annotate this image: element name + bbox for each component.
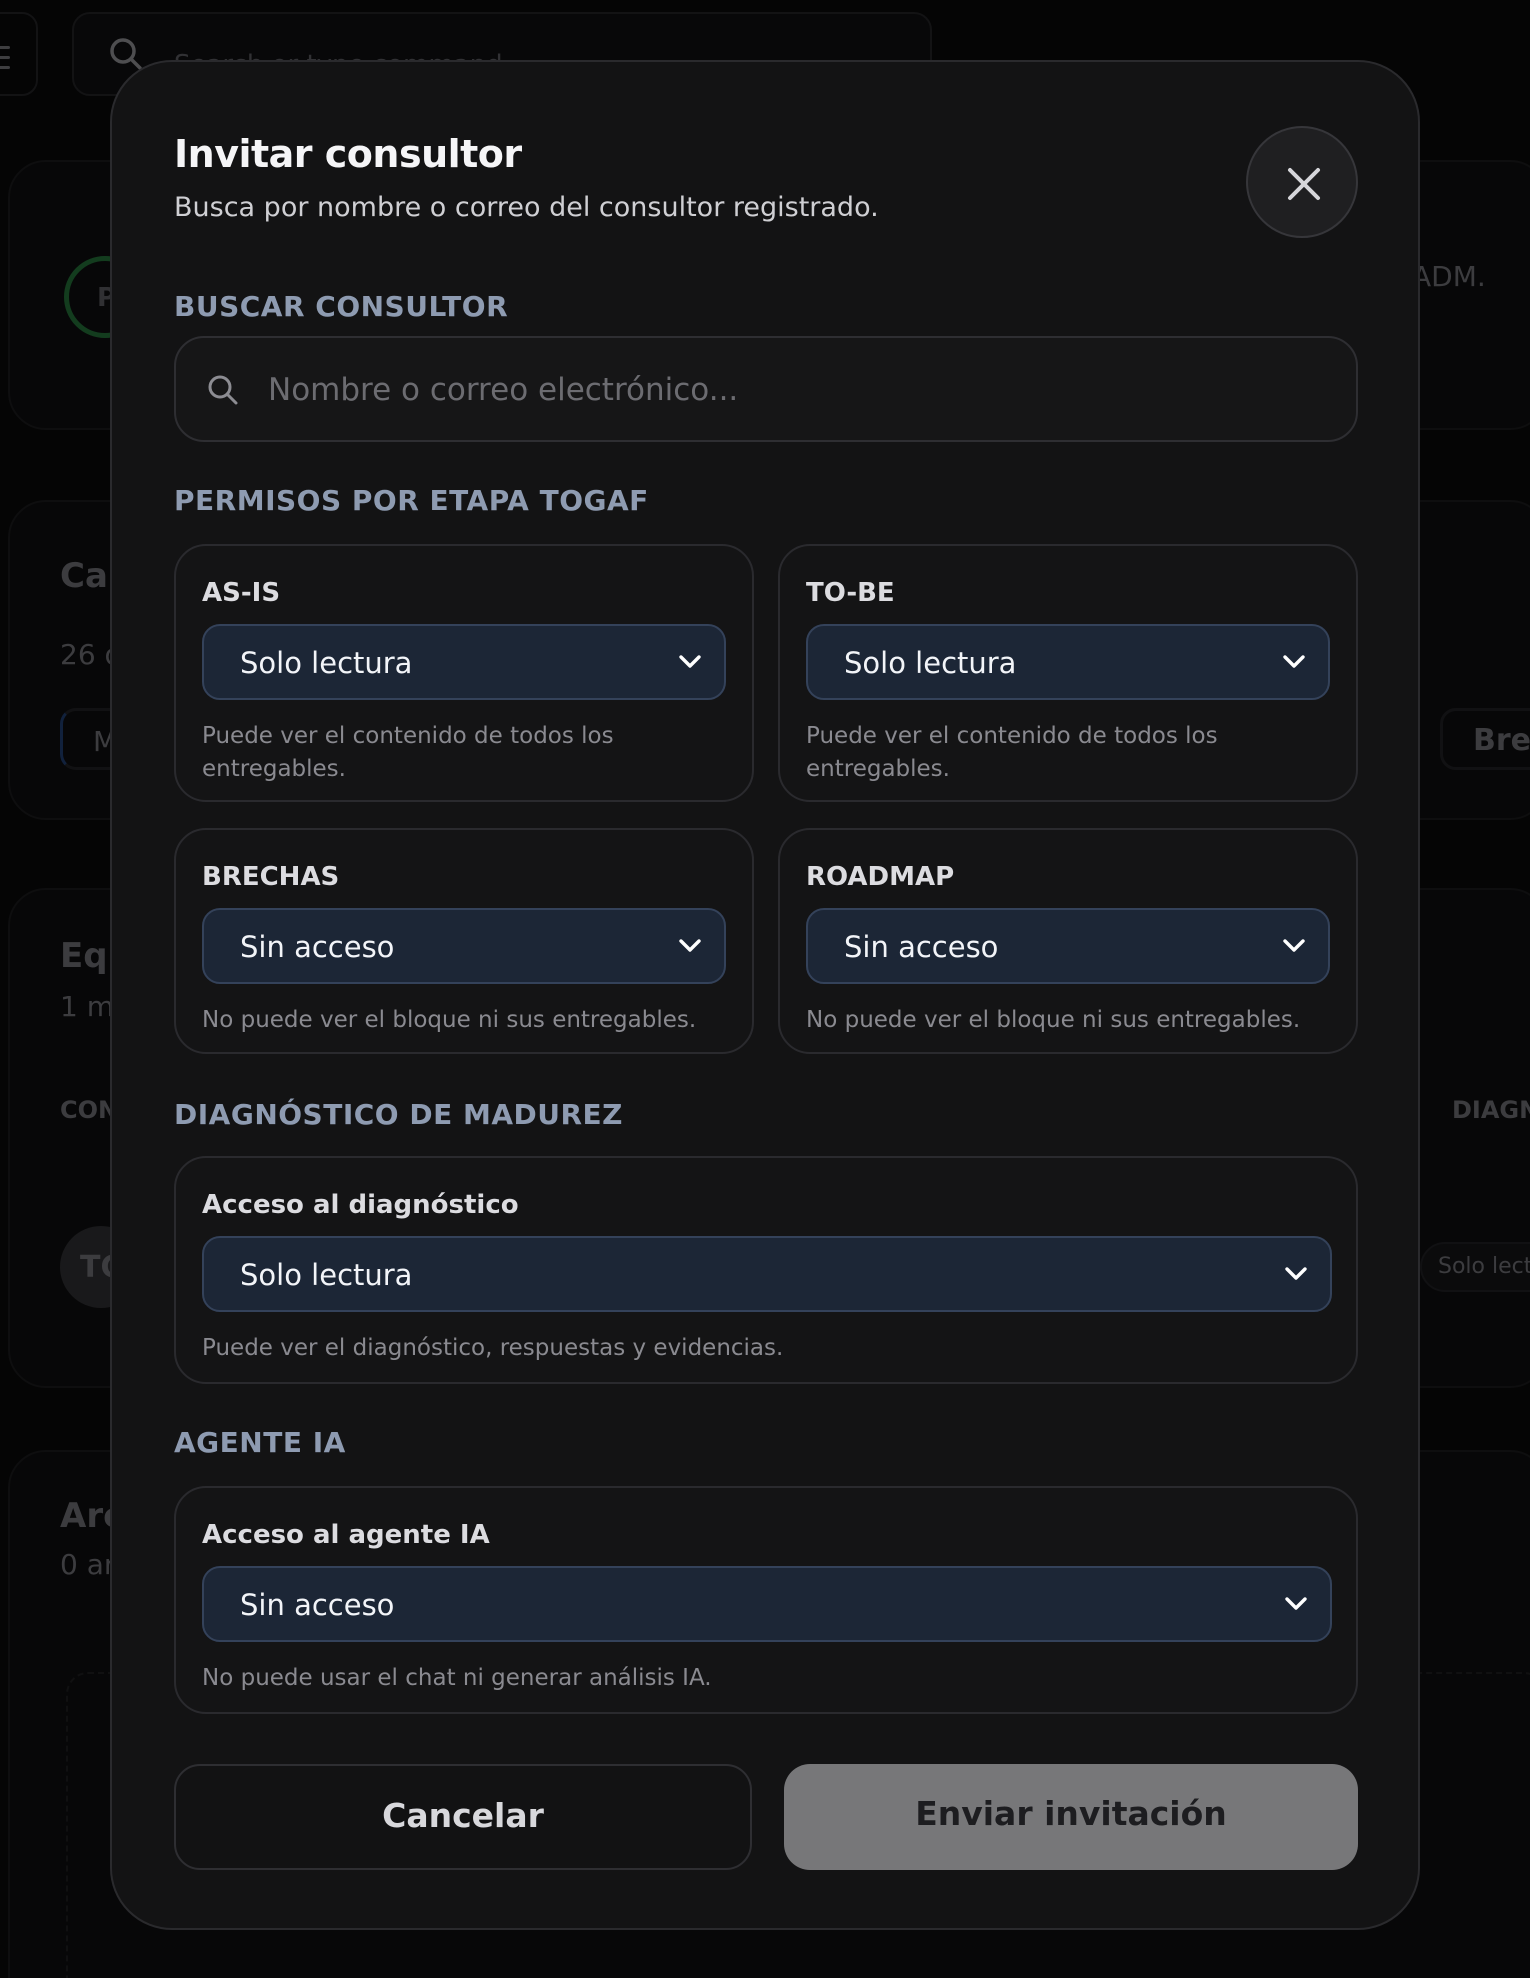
- chevron-down-icon: [1285, 1267, 1307, 1280]
- stage-description: Puede ver el contenido de todos los entr…: [806, 723, 1218, 782]
- close-button[interactable]: [1246, 126, 1358, 238]
- stage-card-brechas: BRECHAS Sin acceso No puede ver el bloqu…: [174, 828, 754, 1054]
- send-invitation-button[interactable]: Enviar invitación: [784, 1764, 1358, 1870]
- stage-permission-select[interactable]: Solo lectura: [202, 624, 726, 700]
- stage-description: Puede ver el contenido de todos los entr…: [202, 723, 614, 782]
- agent-card: Acceso al agente IA Sin acceso No puede …: [174, 1486, 1358, 1714]
- close-icon: [1288, 168, 1320, 200]
- stage-permission-select[interactable]: Solo lectura: [806, 624, 1330, 700]
- stage-description: No puede ver el bloque ni sus entregable…: [202, 1007, 697, 1033]
- stage-permission-value: Solo lectura: [240, 646, 413, 680]
- agent-section-label: AGENTE IA: [174, 1426, 346, 1459]
- diagnostic-permission-value: Solo lectura: [240, 1258, 413, 1292]
- cancel-button-label: Cancelar: [382, 1796, 544, 1835]
- chevron-down-icon: [1283, 655, 1305, 668]
- chevron-down-icon: [679, 939, 701, 952]
- stage-card-to-be: TO-BE Solo lectura Puede ver el contenid…: [778, 544, 1358, 802]
- role-badge: ADM.: [1412, 260, 1486, 293]
- menu-icon-line: [0, 66, 10, 69]
- bg-card3-sub: 0 ar: [60, 1548, 116, 1581]
- send-invitation-button-label: Enviar invitación: [915, 1794, 1227, 1833]
- stage-permission-value: Solo lectura: [844, 646, 1017, 680]
- diagnostic-description: Puede ver el diagnóstico, respuestas y e…: [202, 1335, 784, 1361]
- bg-card1-title: Ca: [60, 556, 108, 596]
- bg-chip-right[interactable]: Brec: [1440, 708, 1530, 770]
- search-section-label: BUSCAR CONSULTOR: [174, 290, 509, 323]
- stage-permission-value: Sin acceso: [844, 930, 999, 964]
- chevron-down-icon: [679, 655, 701, 668]
- chevron-down-icon: [1285, 1597, 1307, 1610]
- agent-permission-value: Sin acceso: [240, 1588, 395, 1622]
- stage-title: AS-IS: [202, 578, 281, 608]
- agent-title: Acceso al agente IA: [202, 1520, 490, 1550]
- diagnostic-title: Acceso al diagnóstico: [202, 1190, 519, 1220]
- bg-chip-right-label: Brec: [1473, 723, 1530, 758]
- bg-col-right: DIAGN: [1452, 1096, 1530, 1124]
- stage-permission-select[interactable]: Sin acceso: [806, 908, 1330, 984]
- search-icon: [208, 375, 238, 405]
- invite-consultant-modal: Invitar consultor Busca por nombre o cor…: [110, 60, 1420, 1930]
- stage-card-roadmap: ROADMAP Sin acceso No puede ver el bloqu…: [778, 828, 1358, 1054]
- diagnostic-card: Acceso al diagnóstico Solo lectura Puede…: [174, 1156, 1358, 1384]
- consultant-search-input[interactable]: [268, 358, 1328, 422]
- stage-title: ROADMAP: [806, 862, 955, 892]
- cancel-button[interactable]: Cancelar: [174, 1764, 752, 1870]
- stage-permission-select[interactable]: Sin acceso: [202, 908, 726, 984]
- chevron-down-icon: [1283, 939, 1305, 952]
- diagnostic-section-label: DIAGNÓSTICO DE MADUREZ: [174, 1098, 623, 1131]
- permissions-section-label: PERMISOS POR ETAPA TOGAF: [174, 484, 649, 517]
- menu-button[interactable]: [0, 12, 38, 96]
- bg-row-badge: Solo lect: [1420, 1242, 1530, 1292]
- agent-description: No puede usar el chat ni generar análisi…: [202, 1665, 712, 1691]
- menu-icon: [0, 46, 10, 49]
- menu-icon-line: [0, 56, 10, 59]
- modal-title: Invitar consultor: [174, 132, 522, 176]
- consultant-search-field[interactable]: [174, 336, 1358, 442]
- agent-permission-select[interactable]: Sin acceso: [202, 1566, 1332, 1642]
- diagnostic-permission-select[interactable]: Solo lectura: [202, 1236, 1332, 1312]
- modal-subtitle: Busca por nombre o correo del consultor …: [174, 192, 879, 223]
- search-icon: [110, 38, 142, 70]
- stage-description: No puede ver el bloque ni sus entregable…: [806, 1007, 1301, 1033]
- stage-card-as-is: AS-IS Solo lectura Puede ver el contenid…: [174, 544, 754, 802]
- stage-title: BRECHAS: [202, 862, 340, 892]
- stage-permission-value: Sin acceso: [240, 930, 395, 964]
- bg-row-badge-label: Solo lect: [1438, 1254, 1530, 1279]
- stage-title: TO-BE: [806, 578, 895, 608]
